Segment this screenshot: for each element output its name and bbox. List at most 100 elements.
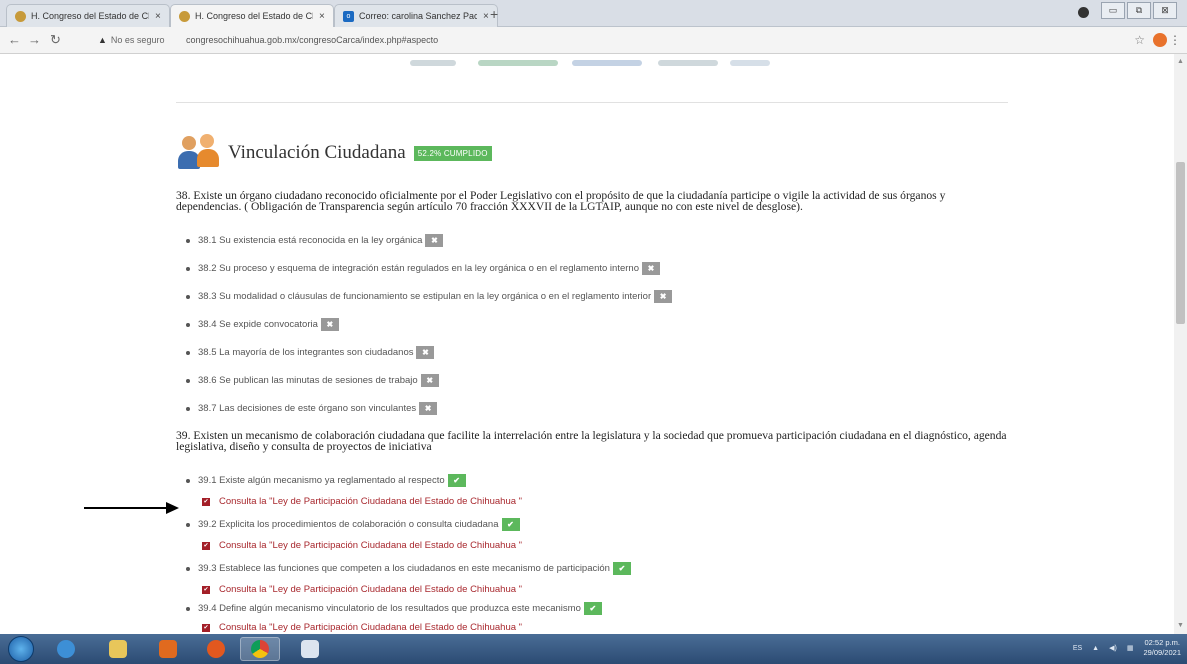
check-icon: ✔ [583,602,602,615]
chrome-icon [251,640,269,658]
screen: H. Congreso del Estado de Chihu × H. Con… [0,0,1187,664]
cross-icon: ✖ [419,402,438,415]
item-label: 39.2 Explicita los procedimientos de col… [198,519,499,530]
item-label: 39.1 Existe algún mecanismo ya reglament… [198,475,445,486]
warning-icon: ▲ [98,35,107,45]
checkbox-icon: ✔ [202,541,210,550]
law-link[interactable]: ✔ Consulta la "Ley de Participación Ciuda… [202,584,522,595]
list-item: 39.4 Define algún mecanismo vinculatorio… [186,602,602,615]
outlook-mail-icon: o [343,10,354,22]
back-arrow-icon[interactable]: ← [8,32,21,47]
question-39: 39. Existen un mecanismo de colaboración… [176,429,1007,453]
list-item: 38.7 Las decisiones de este órgano son v… [186,402,438,415]
taskbar-outlook[interactable] [148,637,188,661]
divider [176,102,1008,103]
cross-icon: ✖ [416,346,435,359]
tab-label: H. Congreso del Estado de Chihu [31,11,149,21]
item-label: 38.2 Su proceso y esquema de integración… [198,263,639,274]
restore-button[interactable]: ⧉ [1127,2,1151,19]
bookmark-star-icon[interactable]: ☆ [1134,33,1145,47]
security-label: No es seguro [110,35,165,45]
link-label: Consulta la "Ley de Participación Ciudad… [219,584,523,595]
list-item: 39.3 Establece las funciones que compete… [186,562,631,575]
browser-tab-strip: H. Congreso del Estado de Chihu × H. Con… [0,0,1187,27]
taskbar-app[interactable] [290,637,330,661]
tab-close-icon[interactable]: × [483,11,489,22]
clock[interactable]: 02:52 p.m. 29/09/2021 [1143,638,1181,658]
browser-tab-2[interactable]: H. Congreso del Estado de Chihu × [170,4,334,27]
scroll-down-icon[interactable]: ▼ [1177,622,1184,629]
law-link[interactable]: ✔ Consulta la "Ley de Participación Ciuda… [202,496,522,507]
firefox-icon [207,640,225,658]
list-item: 38.6 Se publican las minutas de sesiones… [186,374,439,387]
taskbar-chrome[interactable] [240,637,280,661]
law-link[interactable]: ✔ Consulta la "Ley de Participación Ciuda… [202,622,522,633]
profile-avatar[interactable] [1153,33,1167,47]
volume-icon[interactable]: ◀) [1109,644,1117,652]
address-bar-input[interactable]: congresochihuahua.gob.mx/congresoCarca/i… [186,35,438,45]
list-item: 38.4 Se expide convocatoria ✖ [186,318,339,331]
congreso-favicon-icon [15,10,26,22]
clock-time: 02:52 p.m. [1144,638,1180,647]
close-window-button[interactable]: ⊠ [1153,2,1177,19]
question-38: 38. Existe un órgano ciudadano reconocid… [176,189,946,213]
item-label: 38.6 Se publican las minutas de sesiones… [198,375,418,386]
folder-icon [109,640,127,658]
start-button[interactable] [8,636,34,662]
top-banner-image [400,54,780,74]
page-content: Vinculación Ciudadana 52.2% CUMPLIDO 38.… [0,54,1174,634]
cross-icon: ✖ [425,234,444,247]
window-controls: ▭ ⧉ ⊠ [1101,2,1177,19]
cross-icon: ✖ [420,374,439,387]
link-label: Consulta la "Ley de Participación Ciudad… [219,496,523,507]
item-label: 38.5 La mayoría de los integrantes son c… [198,347,414,358]
checkbox-icon: ✔ [202,585,210,594]
language-indicator[interactable]: ES [1073,645,1082,652]
security-indicator[interactable]: ▲ No es seguro [98,35,164,45]
item-label: 39.3 Establece las funciones que compete… [198,563,610,574]
cross-icon: ✖ [641,262,660,275]
link-label: Consulta la "Ley de Participación Ciudad… [219,540,523,551]
link-label: Consulta la "Ley de Participación Ciudad… [219,622,523,633]
list-item: 39.1 Existe algún mecanismo ya reglament… [186,474,466,487]
minimize-button[interactable]: ▭ [1101,2,1125,19]
tray-arrow-icon[interactable]: ▲ [1092,645,1099,652]
item-label: 38.7 Las decisiones de este órgano son v… [198,403,417,414]
clock-date: 29/09/2021 [1143,648,1181,657]
browser-tab-1[interactable]: H. Congreso del Estado de Chihu × [6,4,170,27]
record-icon [1078,7,1089,18]
reload-icon[interactable]: ↻ [50,32,61,48]
os-taskbar: ES ▲ ◀) ▦ 02:52 p.m. 29/09/2021 [0,634,1187,664]
new-tab-button[interactable]: + [490,6,498,22]
taskbar-internet-explorer[interactable] [46,637,86,661]
law-link[interactable]: ✔ Consulta la "Ley de Participación Ciuda… [202,540,522,551]
scrollbar-thumb[interactable] [1176,162,1185,324]
status-badge: 52.2% CUMPLIDO [413,145,492,161]
tab-close-icon[interactable]: × [319,11,325,22]
checkbox-icon: ✔ [202,623,210,632]
tab-close-icon[interactable]: × [155,11,161,22]
internet-explorer-icon [57,640,75,658]
taskbar-file-explorer[interactable] [98,637,138,661]
network-icon[interactable]: ▦ [1127,644,1134,652]
check-icon: ✔ [447,474,466,487]
cross-icon: ✖ [654,290,673,303]
check-icon: ✔ [501,518,520,531]
page-scrollbar[interactable]: ▲ ▼ [1174,54,1187,634]
item-label: 39.4 Define algún mecanismo vinculatorio… [198,603,581,614]
browser-menu-icon[interactable]: ⋮ [1169,33,1181,47]
taskbar-firefox[interactable] [196,637,236,661]
scroll-up-icon[interactable]: ▲ [1177,58,1184,65]
check-icon: ✔ [612,562,631,575]
list-item: 38.5 La mayoría de los integrantes son c… [186,346,435,359]
document-icon [301,640,319,658]
annotation-arrow-icon [84,502,179,514]
browser-toolbar: ← → ↻ ▲ No es seguro congresochihuahua.go… [0,27,1187,54]
list-item: 39.2 Explicita los procedimientos de col… [186,518,520,531]
citizens-icon [176,134,224,172]
section-header: Vinculación Ciudadana 52.2% CUMPLIDO [176,134,492,172]
forward-arrow-icon[interactable]: → [28,32,41,47]
tab-label: Correo: carolina Sanchez Pacheco [359,11,477,21]
browser-tab-3[interactable]: o Correo: carolina Sanchez Pacheco × [334,4,498,27]
checkbox-icon: ✔ [202,497,210,506]
